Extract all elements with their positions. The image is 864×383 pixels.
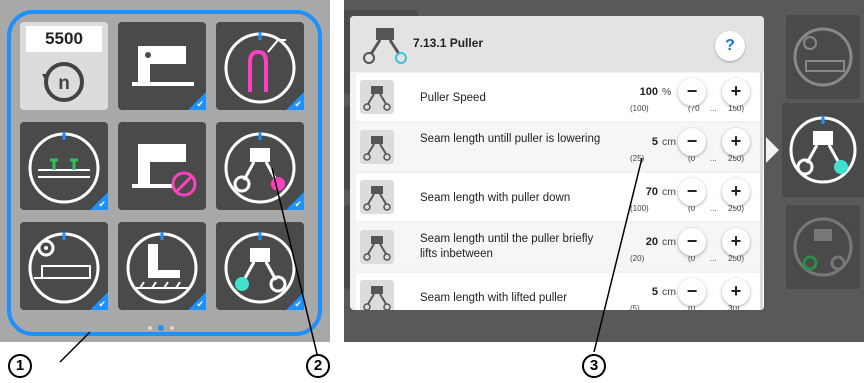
callout-2: 2 [306,354,330,378]
callout-3: 3 [582,354,606,378]
screenshot-stage: 5500 n ✔ ✔ ✔ ✔ ✔ ✔ ✔ 7.13.1 Puller ? Pul… [0,0,864,383]
callout-1: 1 [8,354,32,378]
callout-leaders [59,157,643,363]
